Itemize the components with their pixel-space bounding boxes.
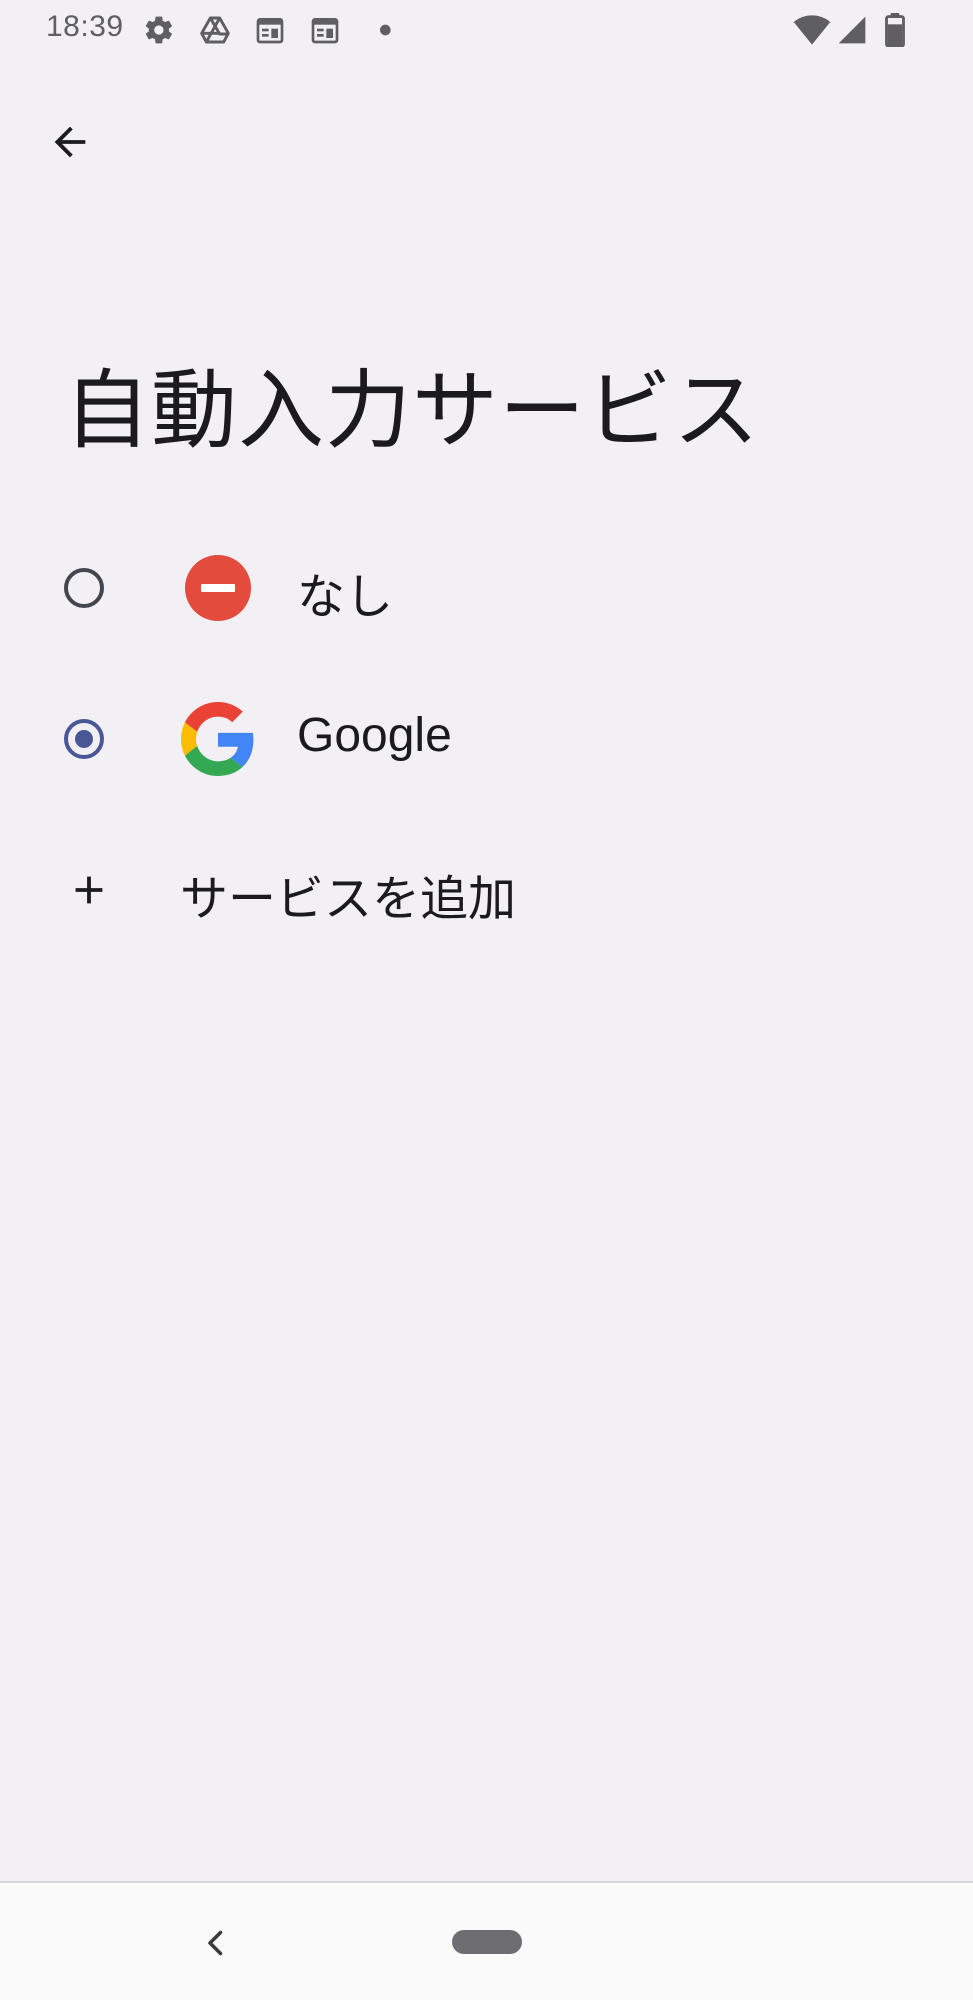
google-logo-icon <box>181 702 254 776</box>
wifi-icon <box>793 15 831 45</box>
plus-icon <box>75 876 103 904</box>
radio-button-selected[interactable] <box>64 719 104 759</box>
add-service-label: サービスを追加 <box>180 873 517 926</box>
battery-icon <box>885 13 905 47</box>
back-button[interactable] <box>34 106 106 178</box>
page-title: 自動入力サービス <box>64 361 760 461</box>
status-bar: 18:39 <box>0 0 973 60</box>
radio-button-unselected[interactable] <box>64 568 104 608</box>
option-google[interactable]: Google <box>0 664 973 814</box>
drive-icon <box>200 16 230 44</box>
add-service-button[interactable]: サービスを追加 <box>0 815 973 965</box>
no-entry-icon <box>185 555 251 621</box>
option-label: Google <box>297 709 452 762</box>
calendar-icon <box>311 18 339 44</box>
option-label: なし <box>297 571 394 624</box>
gear-icon <box>145 16 172 44</box>
calendar-icon <box>256 18 284 44</box>
dot-icon <box>380 24 391 36</box>
arrow-back-icon <box>54 126 86 158</box>
home-pill-icon[interactable] <box>452 1930 522 1954</box>
navigation-bar <box>0 1881 973 2000</box>
option-none[interactable]: なし <box>0 513 973 663</box>
status-time: 18:39 <box>46 10 124 43</box>
cellular-signal-icon <box>838 16 866 44</box>
chevron-left-icon[interactable] <box>198 1925 234 1961</box>
